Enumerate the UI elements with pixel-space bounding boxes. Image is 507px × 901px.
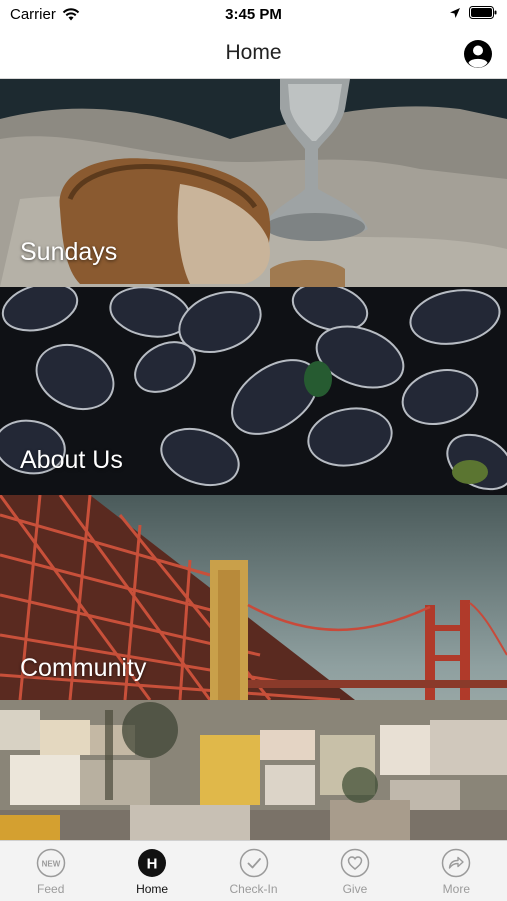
tab-label: Feed: [37, 882, 65, 896]
svg-text:H: H: [147, 856, 158, 873]
tab-feed[interactable]: NEW Feed: [0, 841, 101, 901]
sundays-label: Sundays: [20, 238, 118, 266]
tab-give[interactable]: Give: [304, 841, 405, 901]
status-time: 3:45 PM: [225, 6, 282, 23]
share-arrow-icon: [442, 848, 471, 878]
heart-circle-icon: [340, 848, 370, 878]
status-right: [449, 6, 497, 19]
tab-label: Check-In: [229, 882, 278, 896]
community-card[interactable]: Community: [0, 495, 507, 840]
profile-avatar-icon[interactable]: [463, 39, 493, 69]
tab-label: More: [442, 882, 470, 896]
home-h-icon: H: [138, 849, 167, 877]
tab-label: Home: [136, 882, 169, 896]
svg-text:NEW: NEW: [41, 860, 60, 869]
page-title: Home: [225, 41, 282, 64]
location-arrow-icon: [450, 7, 460, 18]
status-bar: Carrier 3:45 PM: [0, 0, 507, 30]
tab-label: Give: [342, 882, 368, 896]
tab-more[interactable]: More: [406, 841, 507, 901]
new-badge-icon: NEW: [36, 848, 65, 878]
tab-home[interactable]: H Home: [101, 841, 202, 901]
checkmark-circle-icon: [239, 848, 268, 878]
sundays-card[interactable]: Sundays: [0, 79, 507, 287]
community-label: Community: [20, 654, 147, 682]
battery-icon: [469, 6, 497, 19]
tab-check-in[interactable]: Check-In: [203, 841, 304, 901]
about-us-card[interactable]: About Us: [0, 287, 507, 495]
navigation-bar: Home: [0, 30, 507, 79]
tab-bar: NEW Feed H Home Check-In Give More: [0, 840, 507, 901]
about-us-label: About Us: [20, 446, 123, 474]
